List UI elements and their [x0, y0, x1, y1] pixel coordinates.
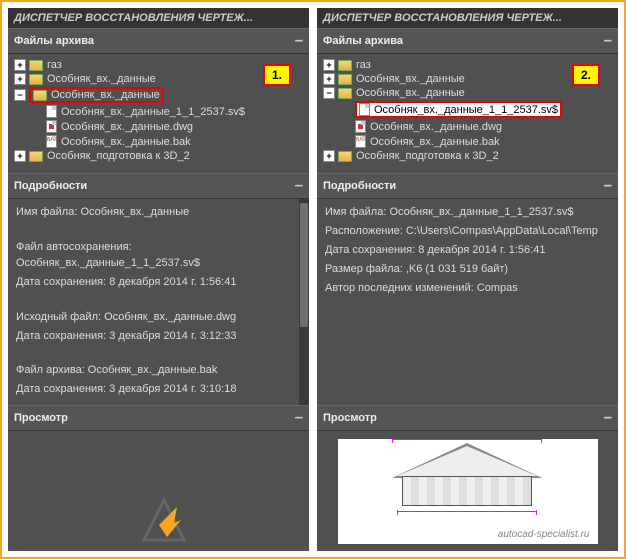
folder-icon	[29, 151, 43, 162]
expand-icon[interactable]: +	[14, 150, 26, 162]
preview-pane	[8, 431, 309, 551]
collapse-icon[interactable]: −	[295, 410, 303, 426]
dwg-icon	[355, 120, 366, 133]
collapse-icon[interactable]: −	[604, 178, 612, 194]
title-bar: ДИСПЕТЧЕР ВОССТАНОВЛЕНИЯ ЧЕРТЕЖ...	[8, 8, 309, 28]
section-label: Файлы архива	[323, 35, 403, 47]
tree-item[interactable]: + Особняк_подготовка к 3D_2	[14, 149, 303, 163]
tree-item[interactable]: − Особняк_вх._данные	[323, 86, 612, 100]
file-tree: 1. + газ + Особняк_вх._данные − Особняк_вх.…	[8, 54, 309, 173]
tree-label: Особняк_вх._данные	[356, 87, 465, 99]
collapse-icon[interactable]: −	[14, 89, 26, 101]
tree-label: Особняк_вх._данные_1_1_2537.sv$	[61, 106, 245, 118]
tree-label: Особняк_вх._данные	[47, 73, 156, 85]
collapse-icon[interactable]: −	[604, 410, 612, 426]
detail-line: Автор последних изменений: Compas	[325, 281, 610, 297]
tree-label: газ	[47, 59, 62, 71]
scrollbar[interactable]	[299, 199, 309, 405]
details-pane: Имя файла: Особняк_вх._данные_1_1_2537.s…	[317, 199, 618, 405]
drawing-thumbnail: autocad-specialist.ru	[338, 439, 598, 544]
details-pane: Имя файла: Особняк_вх._данные Файл автос…	[8, 199, 309, 405]
detail-line: Файл архива: Особняк_вх._данные.bak	[16, 363, 301, 379]
section-header-archive[interactable]: Файлы архива −	[8, 28, 309, 54]
app-container: ДИСПЕТЧЕР ВОССТАНОВЛЕНИЯ ЧЕРТЕЖ... Файлы…	[0, 0, 626, 559]
detail-line: Дата сохранения: 3 декабря 2014 г. 3:12:…	[16, 329, 301, 345]
annotation-badge: 1.	[263, 64, 291, 86]
detail-line: Расположение: C:\Users\Compas\AppData\Lo…	[325, 224, 610, 240]
section-header-details[interactable]: Подробности −	[8, 173, 309, 199]
tree-label: Особняк_вх._данные.bak	[61, 136, 191, 148]
bak-icon	[355, 135, 366, 148]
section-header-details[interactable]: Подробности −	[317, 173, 618, 199]
section-label: Подробности	[14, 180, 87, 192]
logo-icon	[139, 495, 189, 545]
detail-line: Имя файла: Особняк_вх._данные	[16, 205, 301, 221]
folder-icon	[33, 90, 47, 101]
tree-label: газ	[356, 59, 371, 71]
expand-icon[interactable]: +	[323, 150, 335, 162]
bak-icon	[46, 135, 57, 148]
title-bar: ДИСПЕТЧЕР ВОССТАНОВЛЕНИЯ ЧЕРТЕЖ...	[317, 8, 618, 28]
collapse-icon[interactable]: −	[295, 178, 303, 194]
tree-label: Особняк_вх._данные.bak	[370, 136, 500, 148]
annotation-badge: 2.	[572, 64, 600, 86]
detail-line: Размер файла: ,K6 (1 031 519 байт)	[325, 262, 610, 278]
section-header-preview[interactable]: Просмотр −	[317, 405, 618, 431]
tree-item[interactable]: + Особняк_подготовка к 3D_2	[323, 149, 612, 163]
section-label: Просмотр	[323, 412, 377, 424]
tree-item-selected[interactable]: Особняк_вх._данные_1_1_2537.sv$	[323, 100, 612, 119]
detail-line: Дата сохранения: 8 декабря 2014 г. 1:56:…	[325, 243, 610, 259]
folder-icon	[338, 74, 352, 85]
tree-item[interactable]: Особняк_вх._данные.bak	[323, 134, 612, 149]
expand-icon[interactable]: +	[323, 59, 335, 71]
detail-line: Исходный файл: Особняк_вх._данные.dwg	[16, 310, 301, 326]
scroll-thumb[interactable]	[300, 203, 308, 327]
tree-label: Особняк_подготовка к 3D_2	[356, 150, 499, 162]
tree-label: Особняк_вх._данные	[51, 89, 160, 101]
preview-pane: autocad-specialist.ru	[317, 431, 618, 551]
collapse-icon[interactable]: −	[604, 33, 612, 49]
tree-item[interactable]: Особняк_вх._данные.dwg	[323, 119, 612, 134]
tree-label: Особняк_вх._данные.dwg	[61, 121, 193, 133]
detail-line: Имя файла: Особняк_вх._данные_1_1_2537.s…	[325, 205, 610, 221]
collapse-icon[interactable]: −	[323, 87, 335, 99]
detail-line: Файл автосохранения: Особняк_вх._данные_…	[16, 240, 301, 272]
panel-left: ДИСПЕТЧЕР ВОССТАНОВЛЕНИЯ ЧЕРТЕЖ... Файлы…	[8, 8, 309, 551]
expand-icon[interactable]: +	[14, 59, 26, 71]
expand-icon[interactable]: +	[14, 73, 26, 85]
dwg-icon	[46, 120, 57, 133]
tree-item[interactable]: + Особняк_вх._данные	[14, 72, 303, 86]
section-label: Подробности	[323, 180, 396, 192]
tree-item-selected[interactable]: − Особняк_вх._данные	[14, 86, 303, 104]
tree-label: Особняк_вх._данные_1_1_2537.sv$	[374, 104, 558, 116]
section-header-archive[interactable]: Файлы архива −	[317, 28, 618, 54]
tree-item[interactable]: + Особняк_вх._данные	[323, 72, 612, 86]
tree-item[interactable]: Особняк_вх._данные_1_1_2537.sv$	[14, 104, 303, 119]
section-label: Файлы архива	[14, 35, 94, 47]
section-header-preview[interactable]: Просмотр −	[8, 405, 309, 431]
collapse-icon[interactable]: −	[295, 33, 303, 49]
expand-icon[interactable]: +	[323, 73, 335, 85]
file-icon	[46, 105, 57, 118]
folder-icon	[338, 151, 352, 162]
file-icon	[359, 103, 370, 116]
watermark: autocad-specialist.ru	[498, 529, 590, 540]
tree-label: Особняк_вх._данные.dwg	[370, 121, 502, 133]
tree-label: Особняк_подготовка к 3D_2	[47, 150, 190, 162]
tree-label: Особняк_вх._данные	[356, 73, 465, 85]
tree-item[interactable]: + газ	[323, 58, 612, 72]
tree-item[interactable]: + газ	[14, 58, 303, 72]
tree-item[interactable]: Особняк_вх._данные.dwg	[14, 119, 303, 134]
folder-icon	[29, 74, 43, 85]
section-label: Просмотр	[14, 412, 68, 424]
folder-icon	[29, 60, 43, 71]
tree-item[interactable]: Особняк_вх._данные.bak	[14, 134, 303, 149]
panel-right: ДИСПЕТЧЕР ВОССТАНОВЛЕНИЯ ЧЕРТЕЖ... Файлы…	[317, 8, 618, 551]
folder-icon	[338, 88, 352, 99]
detail-line: Дата сохранения: 3 декабря 2014 г. 3:10:…	[16, 382, 301, 398]
detail-line: Дата сохранения: 8 декабря 2014 г. 1:56:…	[16, 275, 301, 291]
folder-icon	[338, 60, 352, 71]
file-tree: 2. + газ + Особняк_вх._данные − Особняк_вх.…	[317, 54, 618, 173]
